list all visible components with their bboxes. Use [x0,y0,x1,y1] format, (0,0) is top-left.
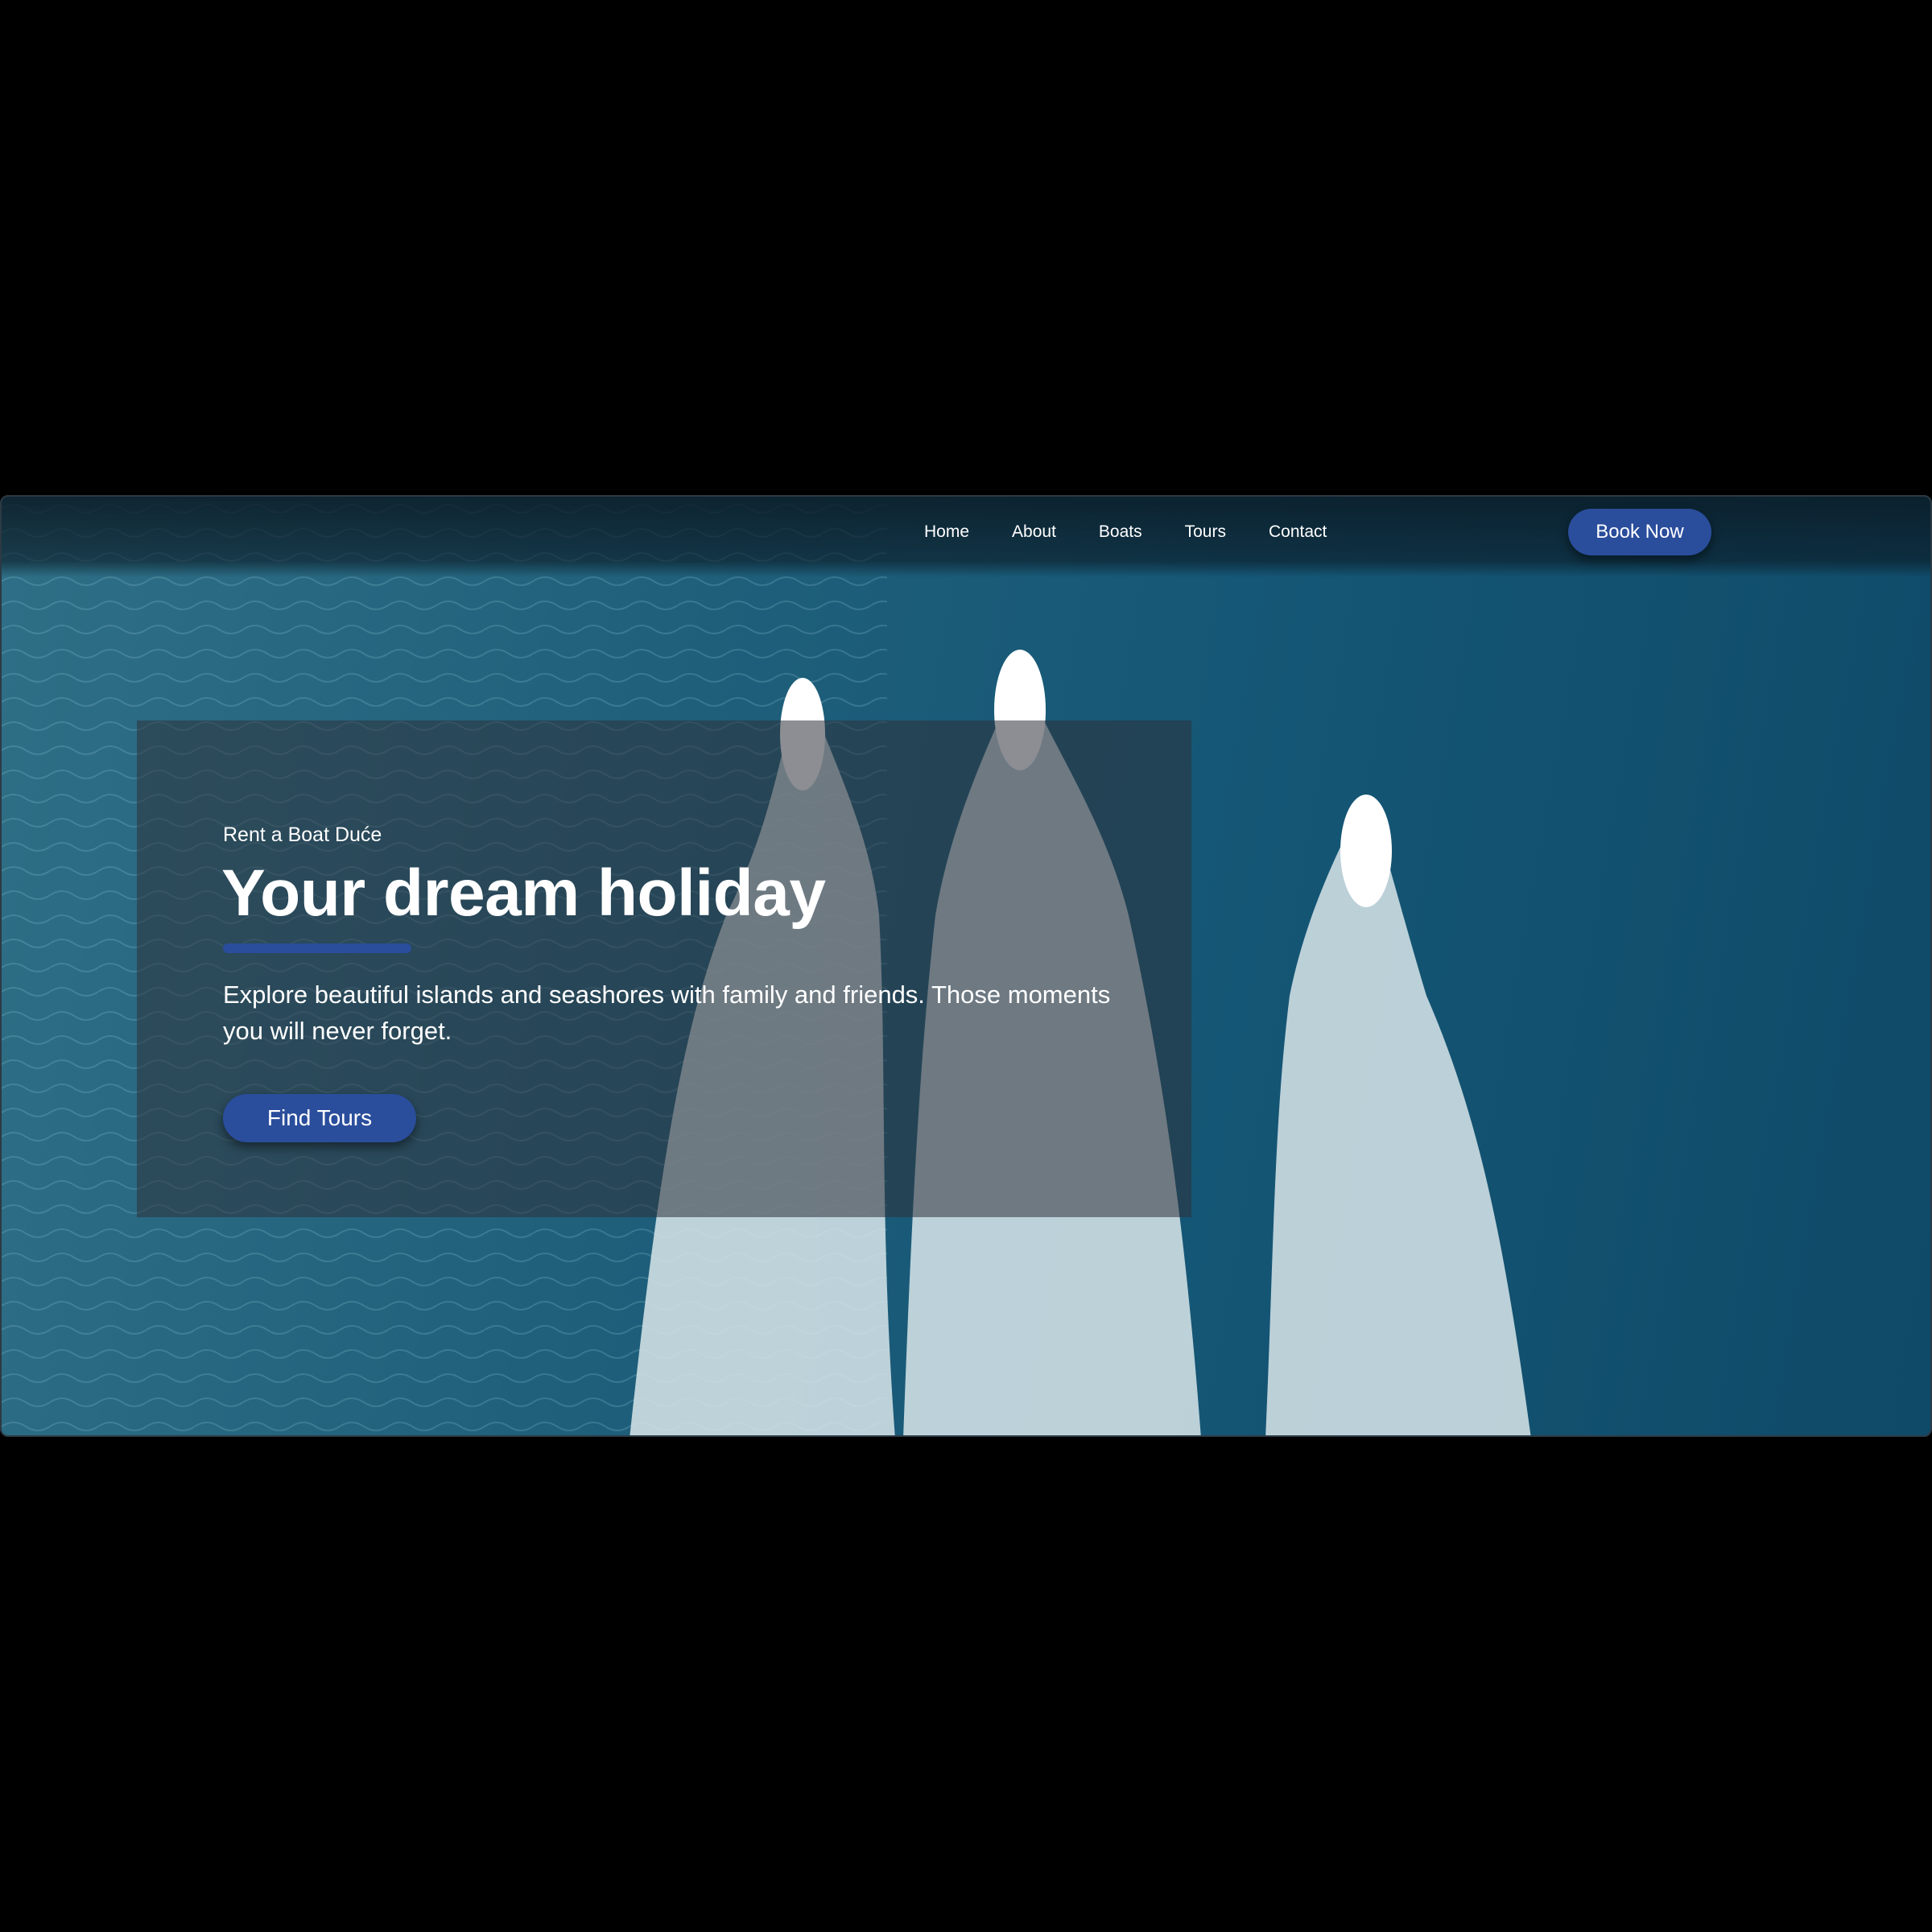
nav-contact-link[interactable]: Contact [1269,522,1327,542]
hero-eyebrow: Rent a Boat Duće [223,824,382,846]
title-underline [223,943,411,953]
nav-boats-link[interactable]: Boats [1099,522,1142,542]
find-tours-button[interactable]: Find Tours [223,1094,416,1142]
hero-section: Home About Boats Tours Contact Book Now … [0,495,1932,1437]
hero-description: Explore beautiful islands and seashores … [223,980,1111,1045]
book-now-button[interactable]: Book Now [1568,509,1711,555]
nav-home-link[interactable]: Home [924,522,969,542]
hero-content-panel: Rent a Boat Duće Your dream holiday Expl… [137,720,1191,1217]
hero-title: Your dream holiday [221,857,826,930]
nav-tours-link[interactable]: Tours [1185,522,1226,542]
main-nav: Home About Boats Tours Contact [924,522,1369,542]
nav-about-link[interactable]: About [1012,522,1056,542]
